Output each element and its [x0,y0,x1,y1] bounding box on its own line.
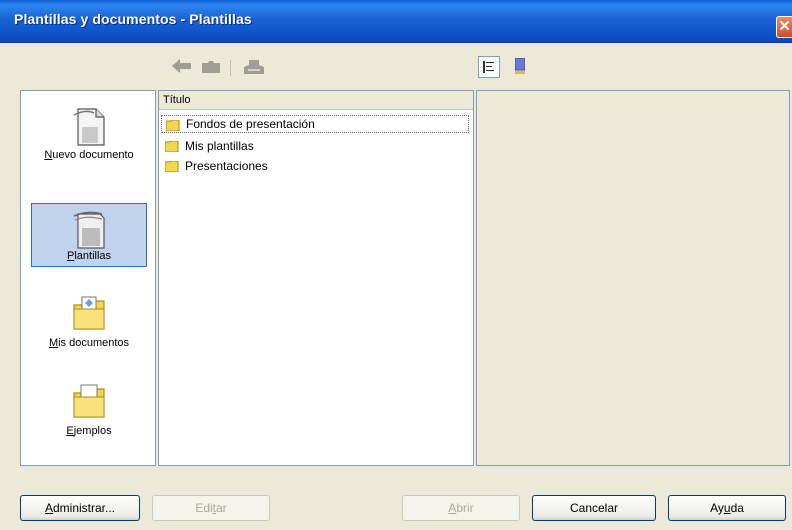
templates-icon [73,211,105,249]
back-arrow-icon[interactable] [172,59,192,73]
cancel-button[interactable]: Cancelar [532,495,656,521]
close-button[interactable]: ✕ [776,16,792,38]
window-title: Plantillas y documentos - Plantillas [14,11,252,27]
nav-label-templates: Plantillas [66,250,112,262]
folder-icon [165,141,179,152]
nav-item-new-document[interactable]: Nuevo documento [31,101,147,165]
folder-up-icon[interactable] [202,61,220,73]
list-item[interactable]: Mis plantillas [161,137,254,155]
help-button[interactable]: Ayuda [668,495,786,521]
title-bar[interactable]: Plantillas y documentos - Plantillas ✕ [0,0,792,43]
folder-icon [166,120,180,131]
list-view-toggle[interactable] [478,56,500,78]
list-item-label: Presentaciones [185,159,268,173]
folder-icon [165,161,179,172]
nav-label-my-documents: Mis documentos [48,337,130,349]
navigation-panel: Nuevo documento Plantillas Mis documento… [20,90,156,466]
toolbar-separator [230,60,231,76]
nav-item-templates[interactable]: Plantillas [31,203,147,267]
new-document-icon [73,108,105,146]
list-item-label: Mis plantillas [185,139,254,153]
nav-item-examples[interactable]: Ejemplos [31,377,147,441]
list-item[interactable]: Presentaciones [161,157,268,175]
nav-label-examples: Ejemplos [66,425,112,437]
template-list: Título Fondos de presentación Mis planti… [158,90,474,466]
column-header-title[interactable]: Título [159,91,473,110]
list-item[interactable]: Fondos de presentación [161,115,469,133]
list-item-label: Fondos de presentación [186,117,315,131]
nav-label-new-document: Nuevo documento [44,149,134,161]
preview-panel [476,90,790,466]
list-view-icon [483,61,494,73]
my-documents-icon [73,296,105,330]
editar-button[interactable]: Editar [152,495,270,521]
toolbar [0,43,792,89]
nav-item-my-documents[interactable]: Mis documentos [31,289,147,353]
printer-icon[interactable] [244,60,264,76]
examples-icon [73,384,105,418]
abrir-button[interactable]: Abrir [402,495,520,521]
administrar-button[interactable]: Administrar... [20,495,140,521]
document-preview-icon[interactable] [515,58,525,74]
templates-dialog: Plantillas y documentos - Plantillas ✕ N… [0,0,792,530]
